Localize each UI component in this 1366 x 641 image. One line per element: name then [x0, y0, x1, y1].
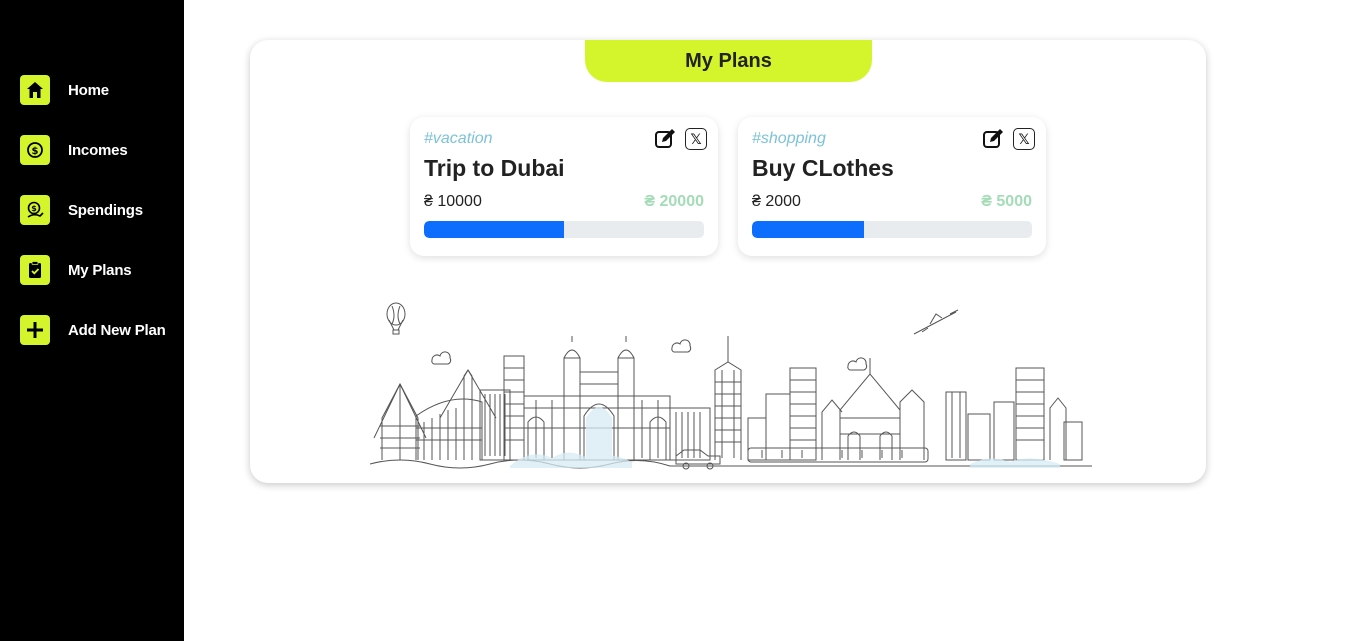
progress-bar: [752, 221, 1032, 238]
plan-current-amount: ₴ 2000: [752, 193, 801, 210]
close-icon: 𝕏: [1018, 131, 1030, 147]
page-title: My Plans: [585, 40, 872, 82]
sidebar-item-home[interactable]: Home: [20, 75, 109, 105]
edit-button[interactable]: [654, 128, 676, 150]
progress-fill: [424, 221, 564, 238]
sidebar: Home $ Incomes $ Spendings My Plans Add …: [0, 0, 184, 641]
plan-tag: #shopping: [752, 130, 826, 147]
sidebar-item-my-plans[interactable]: My Plans: [20, 255, 132, 285]
edit-icon: [983, 129, 1003, 148]
sidebar-item-label: Incomes: [68, 141, 128, 159]
sidebar-item-label: Spendings: [68, 201, 143, 219]
progress-bar: [424, 221, 704, 238]
home-icon: [20, 75, 50, 105]
plan-tag: #vacation: [424, 130, 493, 147]
sidebar-item-label: Add New Plan: [68, 321, 166, 339]
edit-icon: [655, 129, 675, 148]
close-icon: 𝕏: [690, 131, 702, 147]
city-skyline-illustration: [370, 302, 1092, 470]
sidebar-item-label: Home: [68, 81, 109, 99]
coin-icon: $: [20, 135, 50, 165]
delete-button[interactable]: 𝕏: [1013, 128, 1035, 150]
spending-icon: $: [20, 195, 50, 225]
plans-panel: My Plans #vacation 𝕏 Trip to Dubai ₴ 100…: [250, 40, 1206, 483]
clipboard-check-icon: [20, 255, 50, 285]
plus-icon: [20, 315, 50, 345]
plan-title: Buy CLothes: [752, 155, 894, 181]
plan-card[interactable]: #shopping 𝕏 Buy CLothes ₴ 2000 ₴ 5000: [738, 117, 1046, 256]
svg-text:$: $: [32, 146, 39, 157]
sidebar-item-label: My Plans: [68, 261, 132, 279]
delete-button[interactable]: 𝕏: [685, 128, 707, 150]
plan-title: Trip to Dubai: [424, 155, 565, 181]
plan-target-amount: ₴ 20000: [644, 193, 704, 210]
progress-fill: [752, 221, 864, 238]
sidebar-item-incomes[interactable]: $ Incomes: [20, 135, 128, 165]
plan-card[interactable]: #vacation 𝕏 Trip to Dubai ₴ 10000 ₴ 2000…: [410, 117, 718, 256]
svg-text:$: $: [31, 204, 37, 213]
edit-button[interactable]: [982, 128, 1004, 150]
plan-current-amount: ₴ 10000: [424, 193, 482, 210]
sidebar-item-spendings[interactable]: $ Spendings: [20, 195, 143, 225]
plan-target-amount: ₴ 5000: [981, 193, 1032, 210]
sidebar-item-add-new-plan[interactable]: Add New Plan: [20, 315, 166, 345]
